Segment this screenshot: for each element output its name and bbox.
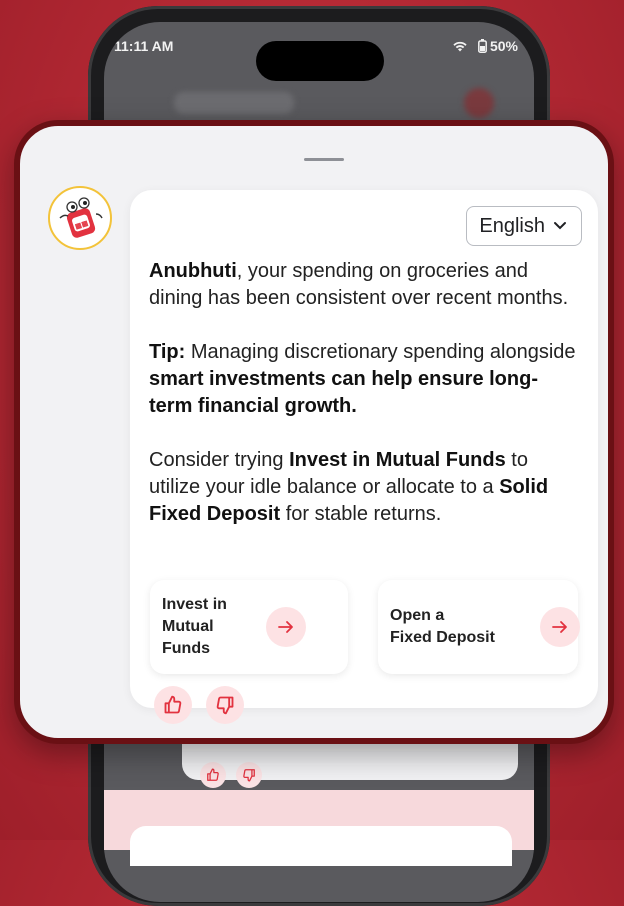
assistant-avatar-icon: ▦▦ [59, 197, 103, 238]
drag-handle[interactable] [304, 158, 344, 161]
message-paragraph-3: Consider trying Invest in Mutual Funds t… [149, 447, 579, 528]
language-value: English [479, 214, 545, 237]
message-text: Anubhuti, your spending on groceries and… [149, 258, 579, 555]
thumbs-up-button[interactable] [154, 686, 192, 724]
action-label: Invest in Mutual Funds [162, 596, 227, 657]
action-label: Open a Fixed Deposit [390, 607, 495, 646]
user-name: Anubhuti [149, 260, 237, 282]
message-text-2: Managing discretionary spending alongsid… [185, 341, 576, 363]
status-time: 11:11 AM [114, 38, 174, 54]
tip-label: Tip: [149, 341, 186, 363]
thumbs-down-button[interactable] [206, 686, 244, 724]
message-paragraph-2: Tip: Managing discretionary spending alo… [149, 339, 579, 420]
thumbs-up-icon [200, 762, 226, 788]
background-reactions [200, 762, 262, 788]
blurred-header [174, 92, 294, 114]
feedback-reactions [154, 686, 244, 724]
invest-mutual-funds-button[interactable]: Invest in Mutual Funds [150, 580, 348, 674]
wifi-icon [453, 41, 467, 51]
assistant-avatar: ▦▦ [48, 186, 112, 250]
blurred-avatar [464, 88, 494, 118]
arrow-right-icon [540, 607, 580, 647]
dynamic-island [256, 41, 384, 81]
battery-percent: 50% [489, 38, 518, 54]
message-text-3a: Consider trying [149, 449, 290, 471]
thumbs-down-icon [236, 762, 262, 788]
message-text-3c: for stable returns. [280, 503, 442, 525]
background-bottom-card [130, 826, 512, 866]
chevron-down-icon [554, 222, 566, 230]
battery-status: 50% [478, 38, 518, 54]
thumbs-up-icon [164, 695, 182, 714]
message-paragraph-1: Anubhuti, your spending on groceries and… [149, 258, 579, 312]
assistant-message-sheet: ▦▦ English Anubhuti, your spending on gr… [14, 120, 614, 744]
open-fixed-deposit-button[interactable]: Open a Fixed Deposit [378, 580, 580, 674]
mutual-funds-emphasis: Invest in Mutual Funds [289, 449, 506, 471]
status-icons: 50% [452, 38, 518, 54]
thumbs-down-icon [216, 696, 234, 715]
language-select[interactable]: English [466, 206, 582, 246]
message-card: English Anubhuti, your spending on groce… [130, 190, 598, 708]
tip-emphasis: smart investments can help ensure long-t… [149, 368, 538, 417]
arrow-right-icon [266, 607, 306, 647]
battery-icon [478, 39, 487, 53]
